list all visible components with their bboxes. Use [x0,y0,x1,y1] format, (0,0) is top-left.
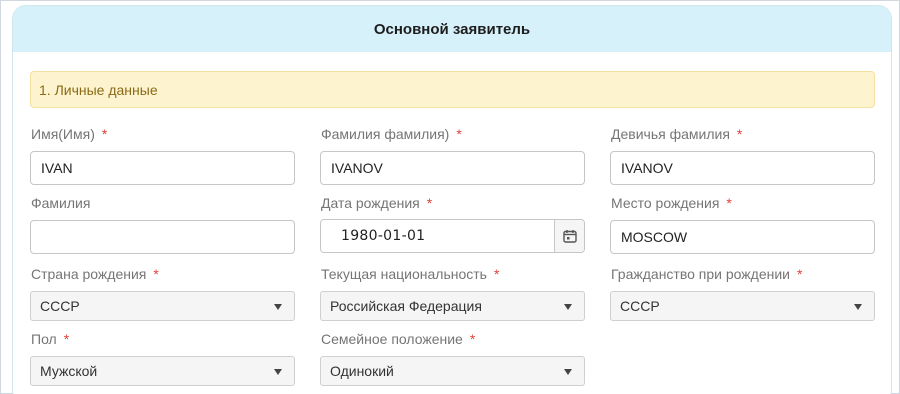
citizenship-at-birth-label-text: Гражданство при рождении [611,266,790,282]
last-name-input[interactable]: IVANOV [320,151,585,185]
first-name-label-text: Имя(Имя) [31,126,95,142]
citizenship-at-birth-select[interactable]: СССР [610,291,875,321]
required-mark: * [153,266,159,282]
birth-date-input[interactable]: 1980-01-01 [320,219,585,253]
sex-select[interactable]: Мужской [30,356,295,386]
birth-date-label: Дата рождения * [321,195,432,211]
caret-down-icon [564,369,572,375]
last-name-label: Фамилия фамилия) * [321,126,462,142]
required-mark: * [493,266,500,282]
birth-country-label: Страна рождения * [31,266,159,282]
caret-down-icon [564,304,572,310]
required-mark: * [63,331,70,347]
main-applicant-card: Основной заявитель 1. Личные данные Имя(… [12,5,892,394]
required-mark: * [726,195,732,211]
last-name-label-text: Фамилия фамилия) [321,126,450,142]
maiden-name-input[interactable]: IVANOV [610,151,875,185]
patronymic-input[interactable] [30,220,295,254]
required-mark: * [796,266,803,282]
maiden-name-label: Девичья фамилия * [611,126,742,142]
current-nationality-label: Текущая национальность * [321,266,499,282]
maiden-name-value: IVANOV [621,160,673,176]
caret-down-icon [274,369,282,375]
date-picker-button[interactable] [554,220,584,252]
last-name-value: IVANOV [331,160,383,176]
birth-place-input[interactable]: MOSCOW [610,220,875,254]
page: Основной заявитель 1. Личные данные Имя(… [0,0,900,394]
calendar-icon [562,230,577,243]
birth-date-label-text: Дата рождения [321,195,420,211]
patronymic-label: Фамилия [31,195,90,211]
maiden-name-label-text: Девичья фамилия [611,126,730,142]
card-title: Основной заявитель [13,6,891,52]
birth-place-label: Место рождения * [611,195,732,211]
birth-place-label-text: Место рождения [611,195,720,211]
required-mark: * [456,126,462,142]
caret-down-icon [854,304,862,310]
marital-status-label-text: Семейное положение [321,331,463,347]
required-mark: * [101,126,108,142]
sex-label: Пол * [31,331,69,347]
required-mark: * [426,195,433,211]
current-nationality-label-text: Текущая национальность [321,266,487,282]
caret-down-icon [274,304,282,310]
required-mark: * [736,126,743,142]
sex-label-text: Пол [31,331,57,347]
first-name-value: IVAN [41,160,73,176]
sex-value: Мужской [40,363,98,379]
birth-country-select[interactable]: СССР [30,291,295,321]
marital-status-select[interactable]: Одинокий [320,356,585,386]
first-name-input[interactable]: IVAN [30,151,295,185]
patronymic-label-text: Фамилия [31,195,91,211]
birth-place-value: MOSCOW [621,229,688,245]
marital-status-value: Одинокий [330,363,394,379]
birth-country-value: СССР [40,298,80,314]
section-personal-data: 1. Личные данные [30,71,875,108]
birth-date-value: 1980-01-01 [341,228,426,244]
first-name-label: Имя(Имя) * [31,126,107,142]
marital-status-label: Семейное положение * [321,331,475,347]
required-mark: * [469,331,476,347]
birth-country-label-text: Страна рождения [31,266,147,282]
citizenship-at-birth-value: СССР [620,298,660,314]
citizenship-at-birth-label: Гражданство при рождении * [611,266,802,282]
current-nationality-value: Российская Федерация [330,298,482,314]
current-nationality-select[interactable]: Российская Федерация [320,291,585,321]
